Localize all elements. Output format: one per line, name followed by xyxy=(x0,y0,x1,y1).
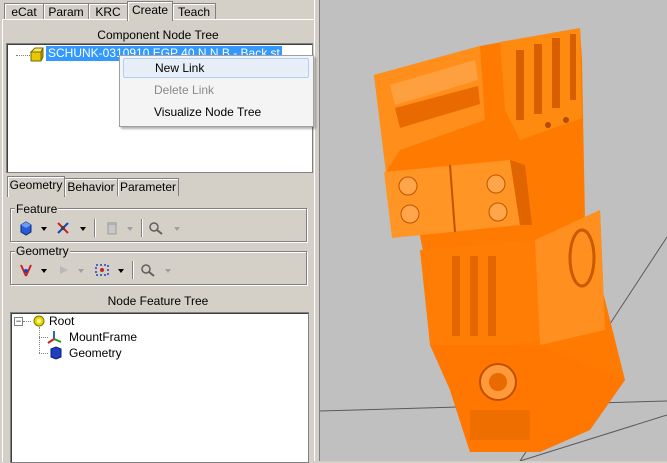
menu-item-new-link[interactable]: New Link xyxy=(123,58,309,78)
node-feature-tree[interactable]: − Root MountFrame Geometry xyxy=(10,312,309,463)
node-feature-tree-title: Node Feature Tree xyxy=(107,294,209,308)
tools-icon[interactable] xyxy=(148,220,164,236)
add-frame-icon[interactable] xyxy=(55,220,71,236)
delete-icon[interactable] xyxy=(104,220,120,236)
collapse-icon[interactable]: − xyxy=(14,317,23,326)
menu-item-visualize-node-tree[interactable]: Visualize Node Tree xyxy=(123,102,309,122)
tree-node-root[interactable]: Root xyxy=(49,314,74,328)
tab-create[interactable]: Create xyxy=(127,1,173,21)
add-geometry-icon[interactable] xyxy=(18,220,34,236)
chevron-down-icon[interactable] xyxy=(174,227,180,231)
toolbar-separator xyxy=(141,219,143,237)
chevron-down-icon[interactable] xyxy=(127,227,133,231)
tree-node-mountframe[interactable]: MountFrame xyxy=(69,330,137,344)
tab-ecat[interactable]: eCat xyxy=(4,3,44,20)
tab-parameter[interactable]: Parameter xyxy=(117,178,179,196)
toolbar-separator xyxy=(132,261,134,279)
frame-axes-icon xyxy=(47,331,62,344)
tools-icon[interactable] xyxy=(140,262,156,278)
chevron-down-icon[interactable] xyxy=(41,269,47,273)
play-icon[interactable] xyxy=(56,262,72,278)
geometry-node-icon xyxy=(50,346,62,360)
chevron-down-icon[interactable] xyxy=(118,269,124,273)
chevron-down-icon[interactable] xyxy=(78,269,84,273)
geometry-group-label: Geometry xyxy=(15,244,70,258)
tab-teach[interactable]: Teach xyxy=(172,3,216,20)
tree-connector xyxy=(39,327,40,353)
transform-icon[interactable] xyxy=(18,262,34,278)
tree-node-geometry[interactable]: Geometry xyxy=(69,346,122,360)
chevron-down-icon[interactable] xyxy=(80,227,86,231)
tree-connector xyxy=(23,321,31,322)
tree-connector xyxy=(16,55,30,56)
context-menu: New Link Delete Link Visualize Node Tree xyxy=(119,55,314,127)
toolbar-separator xyxy=(94,219,96,237)
menu-item-delete-link[interactable]: Delete Link xyxy=(123,80,309,100)
3d-viewport[interactable] xyxy=(320,0,667,461)
tree-connector xyxy=(39,353,48,354)
tab-param[interactable]: Param xyxy=(43,3,89,20)
tab-krc[interactable]: KRC xyxy=(88,3,128,20)
chevron-down-icon[interactable] xyxy=(165,269,171,273)
component-tree-title: Component Node Tree xyxy=(97,28,219,42)
root-node-icon xyxy=(33,315,45,327)
chevron-down-icon[interactable] xyxy=(41,227,47,231)
component-node-icon xyxy=(29,47,44,62)
select-region-icon[interactable] xyxy=(94,262,110,278)
feature-group-label: Feature xyxy=(15,202,59,216)
tab-geometry[interactable]: Geometry xyxy=(7,176,65,197)
tab-behavior[interactable]: Behavior xyxy=(64,178,118,196)
gripper-3d-model xyxy=(320,28,667,461)
